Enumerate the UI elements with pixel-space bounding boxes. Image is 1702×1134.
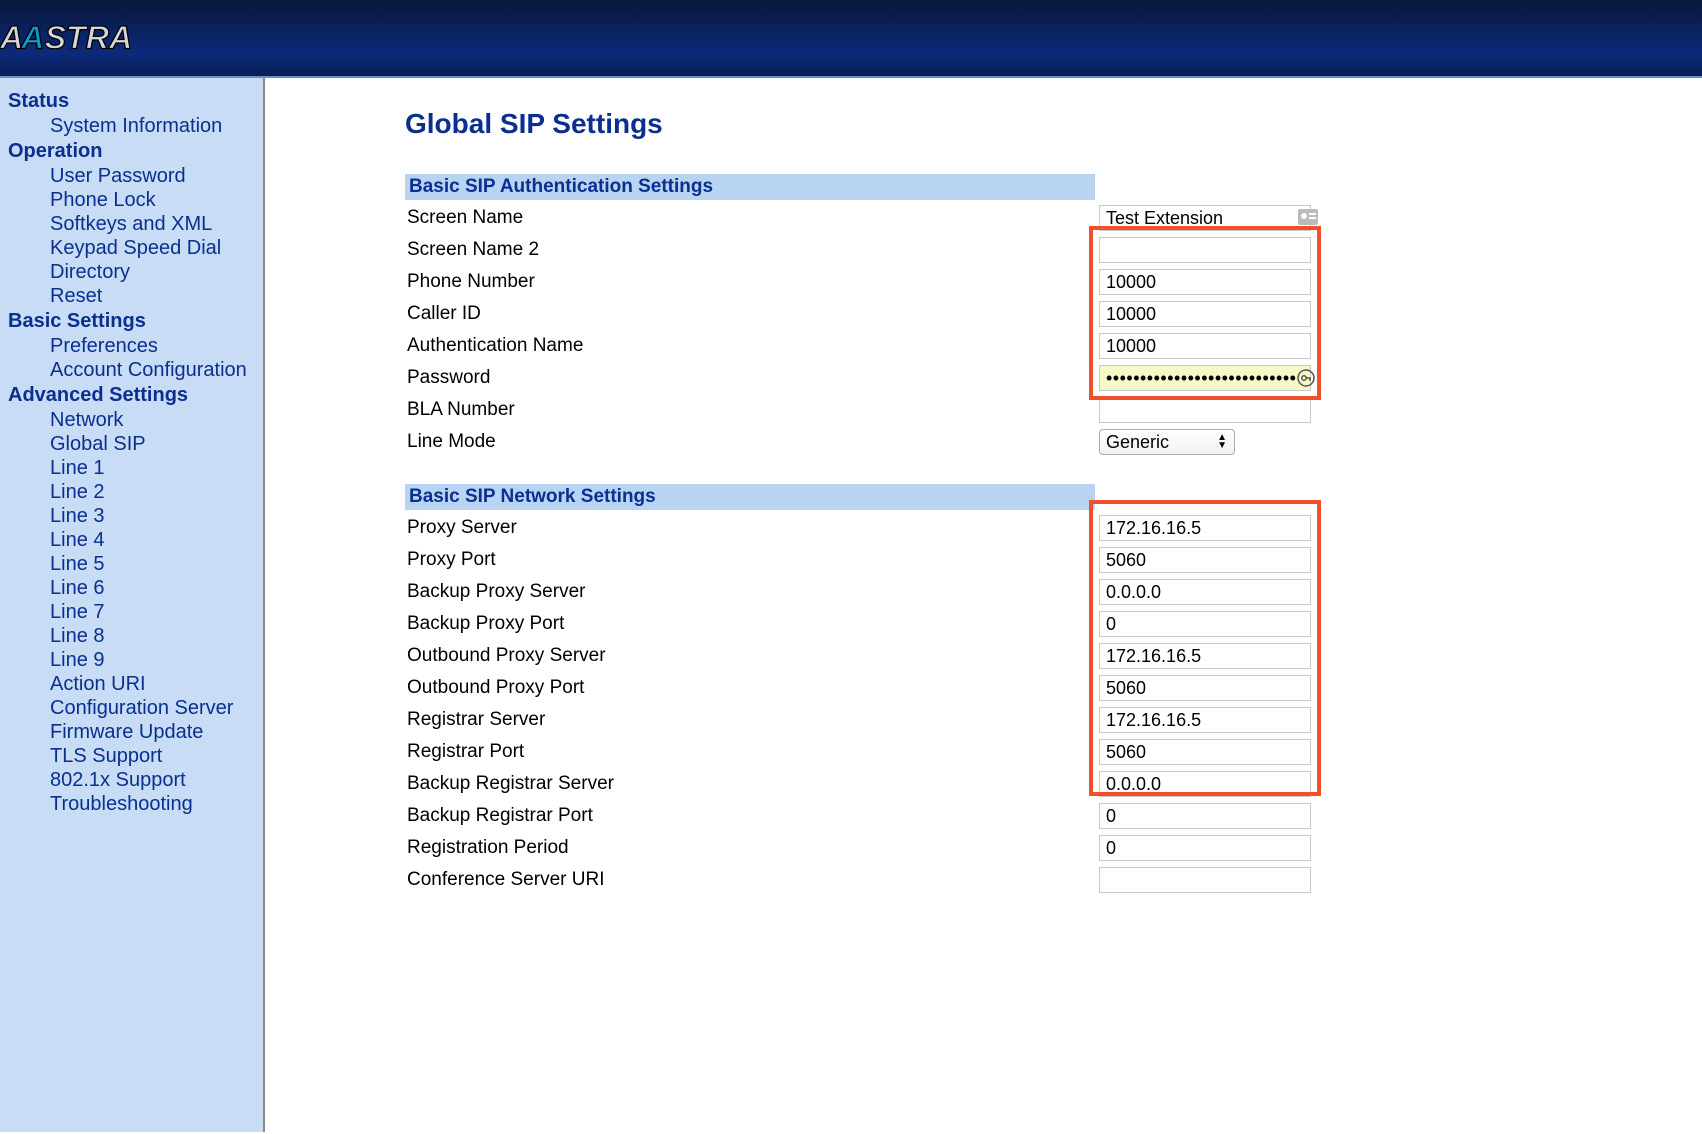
- select-line-mode[interactable]: Generic: [1099, 429, 1235, 455]
- sidebar-item-global-sip[interactable]: Global SIP: [50, 433, 255, 456]
- sidebar-item-line-9[interactable]: Line 9: [50, 649, 255, 672]
- label-registrar-server: Registrar Server: [405, 709, 1099, 731]
- input-outbound-proxy-server[interactable]: [1099, 643, 1311, 669]
- sidebar-group-operation: Operation: [8, 140, 255, 163]
- label-screen-name-2: Screen Name 2: [405, 239, 1099, 261]
- section-header-network: Basic SIP Network Settings: [405, 484, 1095, 510]
- section-header-auth: Basic SIP Authentication Settings: [405, 174, 1095, 200]
- page-title: Global SIP Settings: [405, 108, 1682, 140]
- svg-text:A: A: [20, 20, 44, 56]
- input-bla-number[interactable]: [1099, 397, 1311, 423]
- sidebar-item-system-information[interactable]: System Information: [50, 115, 255, 138]
- sidebar: Status System Information Operation User…: [0, 78, 265, 1132]
- svg-text:A: A: [0, 20, 23, 56]
- label-outbound-proxy-port: Outbound Proxy Port: [405, 677, 1099, 699]
- contact-card-icon: [1297, 208, 1319, 226]
- label-registrar-port: Registrar Port: [405, 741, 1099, 763]
- sidebar-item-account-configuration[interactable]: Account Configuration: [50, 359, 255, 382]
- svg-text:STRA: STRA: [45, 20, 133, 56]
- label-backup-registrar-server: Backup Registrar Server: [405, 773, 1099, 795]
- label-screen-name: Screen Name: [405, 207, 1099, 229]
- sidebar-group-status: Status: [8, 90, 255, 113]
- label-password: Password: [405, 367, 1099, 389]
- label-backup-proxy-server: Backup Proxy Server: [405, 581, 1099, 603]
- sidebar-item-line-2[interactable]: Line 2: [50, 481, 255, 504]
- input-screen-name-2[interactable]: [1099, 237, 1311, 263]
- sidebar-item-line-3[interactable]: Line 3: [50, 505, 255, 528]
- sidebar-item-softkeys-xml[interactable]: Softkeys and XML: [50, 213, 255, 236]
- input-registration-period[interactable]: [1099, 835, 1311, 861]
- label-conference-server-uri: Conference Server URI: [405, 869, 1099, 891]
- sidebar-item-action-uri[interactable]: Action URI: [50, 673, 255, 696]
- input-outbound-proxy-port[interactable]: [1099, 675, 1311, 701]
- input-proxy-server[interactable]: [1099, 515, 1311, 541]
- sidebar-item-user-password[interactable]: User Password: [50, 165, 255, 188]
- app-header: A A STRA: [0, 0, 1702, 78]
- sidebar-item-line-6[interactable]: Line 6: [50, 577, 255, 600]
- sidebar-item-8021x-support[interactable]: 802.1x Support: [50, 769, 255, 792]
- sidebar-item-line-8[interactable]: Line 8: [50, 625, 255, 648]
- input-registrar-port[interactable]: [1099, 739, 1311, 765]
- label-proxy-server: Proxy Server: [405, 517, 1099, 539]
- label-proxy-port: Proxy Port: [405, 549, 1099, 571]
- input-conference-server-uri[interactable]: [1099, 867, 1311, 893]
- label-backup-proxy-port: Backup Proxy Port: [405, 613, 1099, 635]
- input-registrar-server[interactable]: [1099, 707, 1311, 733]
- input-backup-proxy-server[interactable]: [1099, 579, 1311, 605]
- sidebar-item-troubleshooting[interactable]: Troubleshooting: [50, 793, 255, 816]
- key-icon: [1297, 369, 1315, 387]
- sidebar-item-phone-lock[interactable]: Phone Lock: [50, 189, 255, 212]
- sidebar-item-configuration-server[interactable]: Configuration Server: [50, 697, 255, 720]
- sidebar-item-line-7[interactable]: Line 7: [50, 601, 255, 624]
- sidebar-item-directory[interactable]: Directory: [50, 261, 255, 284]
- sidebar-item-line-1[interactable]: Line 1: [50, 457, 255, 480]
- sidebar-item-line-5[interactable]: Line 5: [50, 553, 255, 576]
- sidebar-item-keypad-speed-dial[interactable]: Keypad Speed Dial: [50, 237, 255, 260]
- input-phone-number[interactable]: [1099, 269, 1311, 295]
- input-auth-name[interactable]: [1099, 333, 1311, 359]
- sidebar-item-network[interactable]: Network: [50, 409, 255, 432]
- input-screen-name[interactable]: [1099, 205, 1311, 231]
- input-password[interactable]: [1099, 365, 1311, 391]
- sidebar-item-line-4[interactable]: Line 4: [50, 529, 255, 552]
- sidebar-item-firmware-update[interactable]: Firmware Update: [50, 721, 255, 744]
- label-backup-registrar-port: Backup Registrar Port: [405, 805, 1099, 827]
- input-caller-id[interactable]: [1099, 301, 1311, 327]
- label-phone-number: Phone Number: [405, 271, 1099, 293]
- input-backup-registrar-server[interactable]: [1099, 771, 1311, 797]
- sidebar-item-tls-support[interactable]: TLS Support: [50, 745, 255, 768]
- sidebar-item-preferences[interactable]: Preferences: [50, 335, 255, 358]
- label-line-mode: Line Mode: [405, 431, 1099, 453]
- label-auth-name: Authentication Name: [405, 335, 1099, 357]
- sidebar-group-basic-settings: Basic Settings: [8, 310, 255, 333]
- input-backup-proxy-port[interactable]: [1099, 611, 1311, 637]
- input-proxy-port[interactable]: [1099, 547, 1311, 573]
- label-bla-number: BLA Number: [405, 399, 1099, 421]
- label-caller-id: Caller ID: [405, 303, 1099, 325]
- label-registration-period: Registration Period: [405, 837, 1099, 859]
- brand-logo: A A STRA: [0, 6, 260, 70]
- label-outbound-proxy-server: Outbound Proxy Server: [405, 645, 1099, 667]
- sidebar-item-reset[interactable]: Reset: [50, 285, 255, 308]
- input-backup-registrar-port[interactable]: [1099, 803, 1311, 829]
- sidebar-group-advanced-settings: Advanced Settings: [8, 384, 255, 407]
